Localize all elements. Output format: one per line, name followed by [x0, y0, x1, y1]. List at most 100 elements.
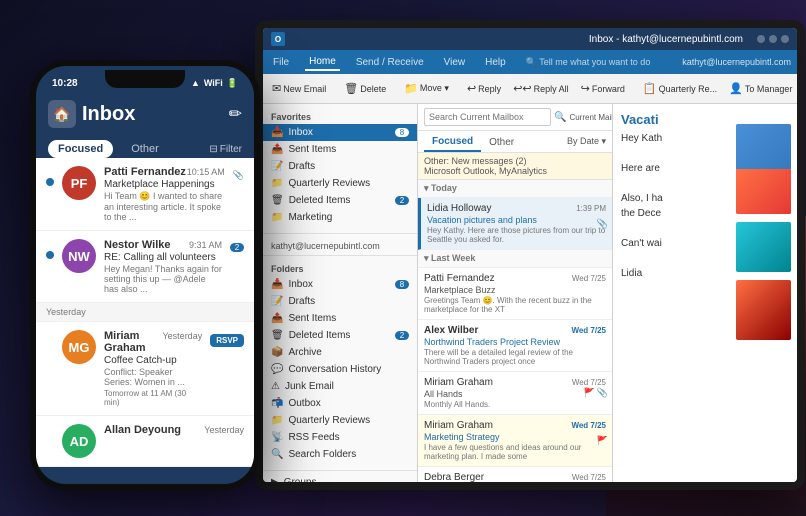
flag-icon-miriam2: 🚩: [597, 435, 608, 446]
email-icons: 📎: [597, 218, 608, 229]
current-mailbox-label[interactable]: Current Mailbox ▾: [569, 113, 613, 122]
new-email-button[interactable]: ✉ New Email: [267, 80, 331, 97]
phone-tabs: Focused Other ⊟ Filter: [36, 136, 254, 158]
reply-button[interactable]: ↩ Reply: [462, 80, 506, 97]
avatar-patti: PF: [62, 166, 96, 200]
avatar-allan: AD: [62, 424, 96, 458]
other-notice-text: Other: New messages (2)Microsoft Outlook…: [424, 156, 547, 176]
sidebar-item-search-folders[interactable]: 🔍 Search Folders: [263, 446, 417, 463]
phone-email-content-nestor: Nestor Wilke 9:31 AM RE: Calling all vol…: [104, 239, 222, 294]
sidebar-item-quarterly[interactable]: 📁 Quarterly Reviews: [263, 175, 417, 192]
focused-tab[interactable]: Focused: [424, 131, 481, 152]
phone-status-right: ▲ WiFi 🔋: [191, 78, 238, 89]
sidebar-archive-label: Archive: [288, 347, 321, 358]
email-time-debra: Wed 7/25: [572, 473, 606, 482]
unread-spacer-allan: [46, 436, 54, 444]
email-subject-miriam1: All Hands: [424, 389, 606, 399]
sidebar-item-deleted[interactable]: 🗑 Deleted Items 2: [263, 192, 417, 209]
sidebar-item-inbox-folder[interactable]: 📥 Inbox 8: [263, 276, 417, 293]
outbox-icon: 📬: [271, 398, 283, 409]
email-time-miriam2: Wed 7/25: [571, 421, 606, 430]
wifi-icon: WiFi: [204, 78, 223, 88]
search-folders-icon: 🔍: [271, 449, 283, 460]
email-preview-alex: There will be a detailed legal review of…: [424, 348, 606, 366]
forward-label: Forward: [592, 84, 625, 94]
phone-email-allan[interactable]: AD Allan Deyoung Yesterday: [36, 416, 254, 467]
sort-label[interactable]: By Date ▾: [567, 136, 606, 147]
email-item-miriam1[interactable]: Miriam Graham Wed 7/25 All Hands Monthly…: [418, 372, 612, 415]
move-button[interactable]: 📁 Move ▾: [399, 80, 454, 97]
sidebar-item-inbox-fav[interactable]: 📥 Inbox 8: [263, 124, 417, 141]
minimize-btn[interactable]: [757, 35, 765, 43]
to-manager-label: To Manager: [745, 84, 793, 94]
sidebar-item-marketing[interactable]: 📁 Marketing: [263, 209, 417, 226]
favorites-header: Favorites: [263, 108, 417, 124]
flag-icon-miriam1: 🚩: [584, 388, 595, 399]
delete-button[interactable]: 🗑 Delete: [339, 80, 391, 97]
sidebar-item-junk[interactable]: ⚠ Junk Email: [263, 378, 417, 395]
sidebar-item-drafts[interactable]: 📝 Drafts: [263, 158, 417, 175]
search-input[interactable]: [424, 108, 551, 126]
maximize-btn[interactable]: [769, 35, 777, 43]
close-btn[interactable]: [781, 35, 789, 43]
miriam2-icons: 🚩: [597, 435, 608, 446]
move-label: Move ▾: [420, 83, 449, 94]
ribbon-tab-home[interactable]: Home: [305, 54, 340, 71]
rsvp-button[interactable]: RSVP: [210, 334, 244, 347]
phone-email-nestor[interactable]: NW Nestor Wilke 9:31 AM RE: Calling all …: [36, 231, 254, 303]
email-item-miriam2-top: Miriam Graham Wed 7/25: [424, 420, 606, 431]
email-time-patti: Wed 7/25: [572, 274, 606, 283]
attachment-icon-miriam1: 📎: [597, 388, 608, 399]
nestor-badge: 2: [230, 243, 244, 252]
sidebar-item-quarterly-folder[interactable]: 📁 Quarterly Reviews: [263, 412, 417, 429]
phone-email-list: PF Patti Fernandez 10:15 AM Marketplace …: [36, 158, 254, 467]
sidebar-item-archive[interactable]: 📦 Archive: [263, 344, 417, 361]
phone-email-miriam[interactable]: MG Miriam Graham Yesterday Coffee Catch-…: [36, 322, 254, 416]
quarterly-button[interactable]: 📋 Quarterly Re...: [638, 80, 722, 97]
ribbon-tab-view[interactable]: View: [440, 55, 470, 70]
reply-all-button[interactable]: ↩↩ Reply All: [508, 80, 573, 97]
phone-time-miriam: Yesterday: [163, 331, 203, 341]
reply-all-label: Reply All: [534, 84, 569, 94]
email-item-miriam2[interactable]: Miriam Graham Wed 7/25 Marketing Strateg…: [418, 415, 612, 467]
ribbon-tab-help[interactable]: Help: [481, 55, 510, 70]
ribbon-tab-file[interactable]: File: [269, 55, 293, 70]
phone-compose-button[interactable]: ✏: [229, 104, 242, 124]
sidebar-search-folders-label: Search Folders: [288, 449, 356, 460]
sent-icon: 📤: [271, 144, 283, 155]
search-bar: 🔍 Current Mailbox ▾: [418, 104, 612, 131]
email-item-alex[interactable]: Alex Wilber Wed 7/25 Northwind Traders P…: [418, 320, 612, 372]
forward-icon: ↪: [581, 82, 590, 95]
deleted-icon: 🗑: [271, 195, 284, 206]
sidebar-item-drafts-folder[interactable]: 📝 Drafts: [263, 293, 417, 310]
sidebar-marketing-label: Marketing: [288, 212, 332, 223]
other-tab[interactable]: Other: [481, 132, 522, 151]
focused-other-tabs: Focused Other By Date ▾: [418, 131, 612, 153]
email-item-patti[interactable]: Patti Fernandez Wed 7/25 Marketplace Buz…: [418, 268, 612, 320]
phone-email-patti[interactable]: PF Patti Fernandez 10:15 AM Marketplace …: [36, 158, 254, 231]
quarterly-icon: 📋: [643, 82, 657, 95]
ribbon-tab-sendreceive[interactable]: Send / Receive: [352, 55, 428, 70]
reading-photo-2: [736, 222, 791, 272]
sidebar-item-sent-folder[interactable]: 📤 Sent Items: [263, 310, 417, 327]
phone-sender-nestor: Nestor Wilke: [104, 239, 171, 251]
sidebar-item-deleted-folder[interactable]: 🗑 Deleted Items 2: [263, 327, 417, 344]
sidebar-item-rss[interactable]: 📡 RSS Feeds: [263, 429, 417, 446]
sidebar-drafts-folder-label: Drafts: [288, 296, 315, 307]
phone-focused-tab[interactable]: Focused: [48, 140, 113, 158]
folders-header: Folders: [263, 260, 417, 276]
sidebar-item-groups[interactable]: ▶ Groups: [263, 474, 417, 482]
phone-time-patti: 10:15 AM: [187, 167, 225, 177]
email-list-panel: 🔍 Current Mailbox ▾ Focused Other By Dat…: [418, 104, 613, 482]
ribbon-tell[interactable]: 🔍 Tell me what you want to do: [526, 57, 651, 68]
forward-button[interactable]: ↪ Forward: [576, 80, 630, 97]
phone-filter-button[interactable]: ⊟ Filter: [209, 144, 242, 155]
phone-other-tab[interactable]: Other: [121, 140, 169, 158]
phone-email-content-allan: Allan Deyoung Yesterday: [104, 424, 244, 437]
to-manager-button[interactable]: 👤 To Manager: [724, 80, 797, 97]
email-item-lidia[interactable]: Lidia Holloway 1:39 PM Vacation pictures…: [418, 198, 612, 250]
sidebar-item-outbox[interactable]: 📬 Outbox: [263, 395, 417, 412]
sidebar-item-conversation[interactable]: 💬 Conversation History: [263, 361, 417, 378]
email-item-debra[interactable]: Debra Berger Wed 7/25 Time off I just ta…: [418, 467, 612, 482]
sidebar-item-sent[interactable]: 📤 Sent Items: [263, 141, 417, 158]
